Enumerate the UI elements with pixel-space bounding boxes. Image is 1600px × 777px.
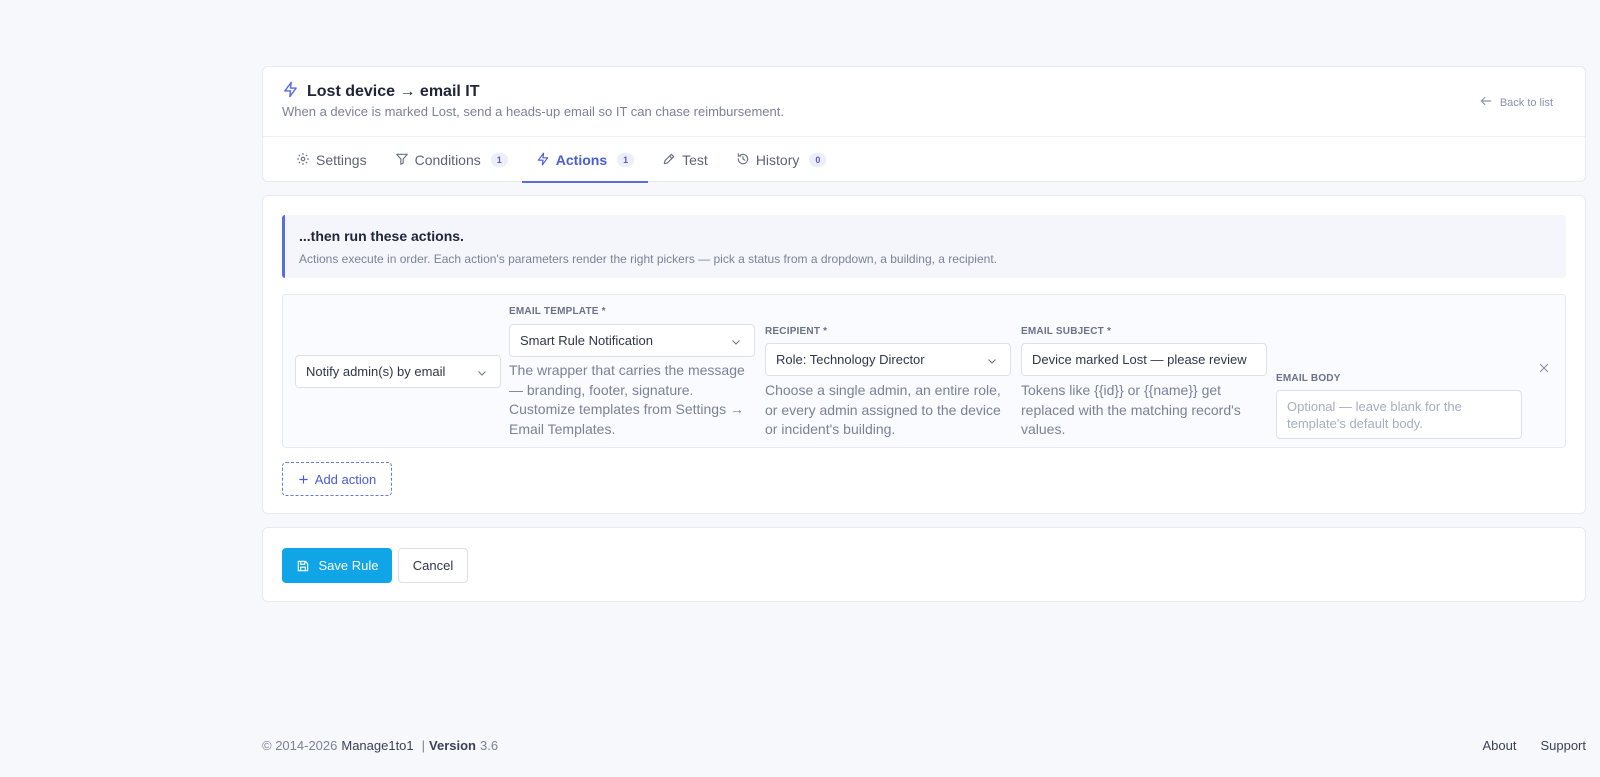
tab-test[interactable]: Test bbox=[648, 137, 722, 183]
add-action-button[interactable]: Add action bbox=[282, 462, 392, 496]
tab-conditions[interactable]: Conditions 1 bbox=[381, 137, 522, 183]
support-link[interactable]: Support bbox=[1540, 738, 1586, 753]
filter-icon bbox=[395, 152, 409, 169]
email-subject-help: Tokens like {{id}} or {{name}} get repla… bbox=[1021, 382, 1241, 437]
actions-callout: ...then run these actions. Actions execu… bbox=[282, 215, 1566, 278]
cancel-button[interactable]: Cancel bbox=[398, 548, 468, 583]
title-row: Lost device → email IT bbox=[282, 81, 480, 103]
email-body-label: EMAIL BODY bbox=[1276, 373, 1341, 384]
select-value: Notify admin(s) by email bbox=[306, 364, 446, 379]
header-top: Lost device → email IT When a device is … bbox=[263, 67, 1585, 137]
bolt-icon bbox=[282, 81, 299, 103]
save-icon bbox=[297, 560, 308, 571]
recipient-label: RECIPIENT * bbox=[765, 326, 828, 337]
email-template-help: The wrapper that carries the message — b… bbox=[509, 362, 745, 437]
recipient-help: Choose a single admin, an entire role, o… bbox=[765, 382, 1001, 437]
page-subtitle: When a device is marked Lost, send a hea… bbox=[282, 104, 784, 119]
brand-name: Manage1to1 bbox=[341, 738, 414, 753]
select-value: Smart Rule Notification bbox=[520, 333, 653, 348]
version-number: 3.6 bbox=[480, 738, 499, 753]
tab-label: Actions bbox=[555, 152, 608, 168]
chevron-down-icon bbox=[988, 359, 996, 364]
recipient-select[interactable]: Role: Technology Director bbox=[765, 343, 1011, 376]
footer-links: About Support bbox=[1482, 738, 1586, 753]
close-icon[interactable] bbox=[1537, 361, 1551, 375]
rule-header-card: Lost device → email IT When a device is … bbox=[262, 66, 1586, 183]
form-buttons-card: Save Rule Cancel bbox=[262, 527, 1586, 602]
tab-bar: Settings Conditions 1 Actions 1 Test His… bbox=[282, 137, 840, 183]
select-value: Role: Technology Director bbox=[776, 352, 925, 367]
email-template-select[interactable]: Smart Rule Notification bbox=[509, 324, 755, 357]
tab-settings[interactable]: Settings bbox=[282, 137, 381, 183]
tab-history[interactable]: History 0 bbox=[722, 137, 841, 183]
back-to-list-link[interactable]: Back to list bbox=[1479, 94, 1553, 111]
email-subject-label: EMAIL SUBJECT * bbox=[1021, 326, 1112, 337]
actions-card: ...then run these actions. Actions execu… bbox=[262, 195, 1586, 514]
copyright: © 2014-2026 bbox=[262, 738, 338, 753]
page-footer: © 2014-2026 Manage1to1 | Version 3.6 bbox=[262, 738, 498, 753]
tab-badge: 1 bbox=[617, 153, 635, 167]
email-template-label: EMAIL TEMPLATE * bbox=[509, 306, 606, 317]
save-button-label: Save Rule bbox=[318, 558, 379, 573]
chevron-down-icon bbox=[478, 371, 486, 376]
history-icon bbox=[736, 152, 750, 169]
email-subject-input[interactable]: Device marked Lost — please review bbox=[1021, 343, 1267, 376]
chevron-down-icon bbox=[732, 340, 740, 345]
tab-badge: 0 bbox=[809, 153, 827, 167]
tab-badge: 1 bbox=[490, 153, 508, 167]
tab-label: Settings bbox=[316, 152, 367, 168]
add-action-label: Add action bbox=[314, 471, 377, 487]
tab-label: Conditions bbox=[414, 152, 481, 168]
email-body-textarea[interactable]: Optional — leave blank for the template'… bbox=[1276, 390, 1522, 439]
tab-actions[interactable]: Actions 1 bbox=[521, 137, 649, 183]
gear-icon bbox=[296, 152, 310, 169]
tab-label: Test bbox=[682, 152, 708, 168]
save-rule-button[interactable]: Save Rule bbox=[282, 548, 392, 583]
action-row: Notify admin(s) by email EMAIL TEMPLATE … bbox=[282, 294, 1566, 448]
page-title: Lost device → email IT bbox=[307, 83, 480, 100]
version-label: Version bbox=[429, 738, 476, 753]
callout-description: Actions execute in order. Each action's … bbox=[299, 252, 997, 266]
callout-title: ...then run these actions. bbox=[299, 228, 464, 244]
footer-separator: | bbox=[421, 738, 426, 753]
about-link[interactable]: About bbox=[1482, 738, 1516, 753]
pencil-icon bbox=[662, 152, 676, 169]
back-link-label: Back to list bbox=[1499, 96, 1553, 109]
action-type-select[interactable]: Notify admin(s) by email bbox=[295, 355, 501, 388]
plus-icon bbox=[299, 474, 308, 484]
tab-label: History bbox=[755, 152, 800, 168]
bolt-icon bbox=[536, 152, 550, 169]
arrow-left-icon bbox=[1479, 94, 1493, 111]
